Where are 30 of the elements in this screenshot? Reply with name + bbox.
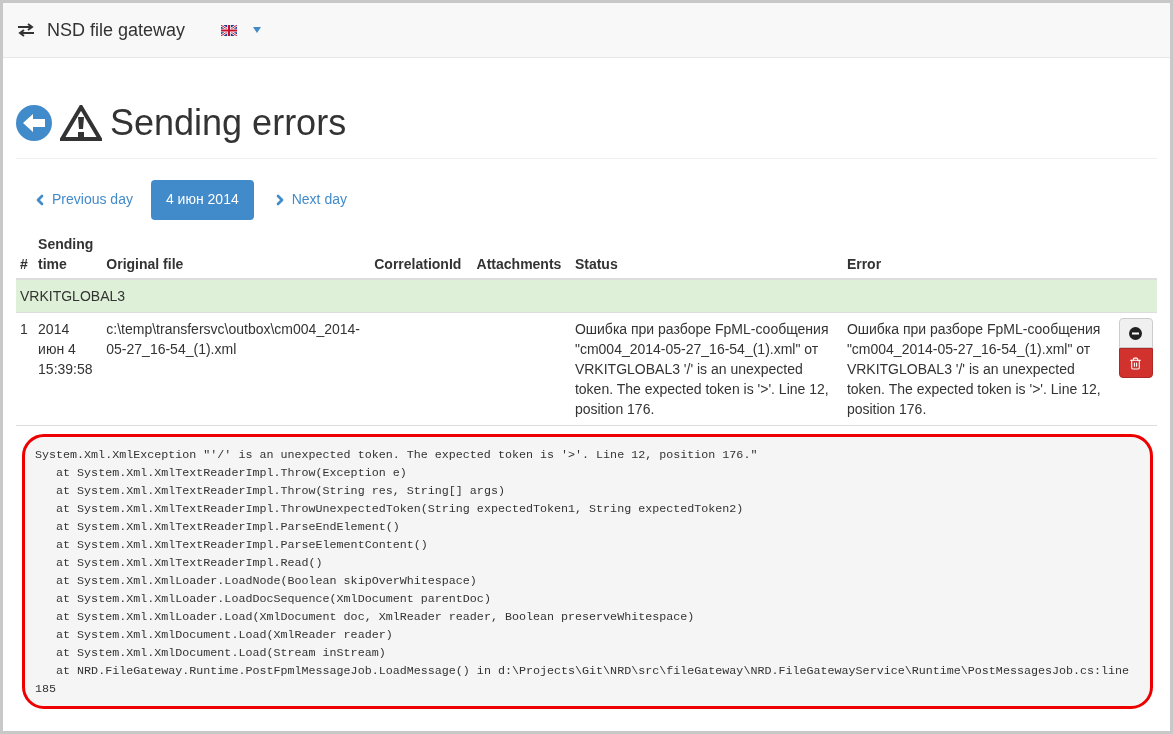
trash-icon: [1129, 356, 1143, 370]
column-header: Status: [570, 230, 843, 279]
previous-day-link[interactable]: Previous day: [20, 179, 145, 220]
warning-icon: [60, 105, 102, 141]
column-header: #: [16, 230, 35, 279]
page-title: Sending errors: [110, 105, 347, 141]
table-cell: 2014 июн 4 15:39:58: [34, 312, 103, 426]
column-header: Sending time: [34, 230, 103, 279]
language-dropdown[interactable]: [221, 24, 262, 36]
table-cell: c:\temp\transfersvc\outbox\cm004_2014-05-27_16-54_(1).xml: [102, 312, 371, 426]
next-day-link[interactable]: Next day: [259, 179, 359, 220]
caret-icon: [253, 27, 262, 33]
delete-button[interactable]: [1118, 348, 1153, 378]
exchange-arrows-icon: [17, 23, 35, 37]
column-header: Original file: [102, 230, 371, 279]
group-name: VRKITGLOBAL3: [20, 288, 126, 304]
minus-circle-icon: [1129, 326, 1143, 340]
ignore-button[interactable]: [1118, 318, 1153, 348]
table-cell: 1: [16, 312, 35, 426]
current-date-button[interactable]: 4 июн 2014: [150, 179, 254, 220]
column-header: CorrelationId: [370, 230, 473, 279]
column-header: Error: [842, 230, 1115, 279]
table-cell: Ошибка при разборе FpML-сообщения "cm004_2014-05-27_16-54_(1).xml" от VRKITGLOBAL3 '/' is an unexpected token. The expected token is '>'. Line 12, position 176.: [842, 312, 1115, 426]
column-header: Attachments: [472, 230, 571, 279]
flag-icon: [221, 24, 238, 36]
table-cell: Ошибка при разборе FpML-сообщения "cm004_2014-05-27_16-54_(1).xml" от VRKITGLOBAL3 '/' is an unexpected token. The expected token is '>'. Line 12, position 176.: [570, 312, 843, 426]
stack-trace: System.Xml.XmlException "'/' is an unexpected token. The expected token is '>'. Line 12, position 176." at System.Xml.XmlTextReaderImpl.Throw(Exception e) at System.Xml.XmlTextReaderImpl.Throw(String res, String[] args) at System.Xml.XmlTextReaderImpl.ThrowUnexpectedToken(String expectedToken1, String expectedToken2) at System.Xml.XmlTextReaderImpl.ParseEndElement() at System.Xml.XmlTextReaderImpl.ParseElementContent() at System.Xml.XmlTextReaderImpl.Read() at System.Xml.XmlLoader.LoadNode(Boolean skipOverWhitespace) at System.Xml.XmlLoader.LoadDocSequence(XmlDocument parentDoc) at System.Xml.XmlLoader.Load(XmlDocument doc, XmlReader reader, Boolean preserveWhitespace) at System.Xml.XmlDocument.Load(XmlReader reader) at System.Xml.XmlDocument.Load(Stream inStream) at NRD.FileGateway.Runtime.PostFpmlMessageJob.LoadMessage() in d:\Projects\Git\NRD\src\fileGateway\NRD.FileGatewayService\Runtime\PostMessagesJob.cs:line 185: [22, 434, 1153, 709]
back-button[interactable]: [16, 105, 52, 141]
arrow-left-icon: [23, 114, 45, 132]
brand-link[interactable]: NSD file gateway: [47, 16, 186, 44]
